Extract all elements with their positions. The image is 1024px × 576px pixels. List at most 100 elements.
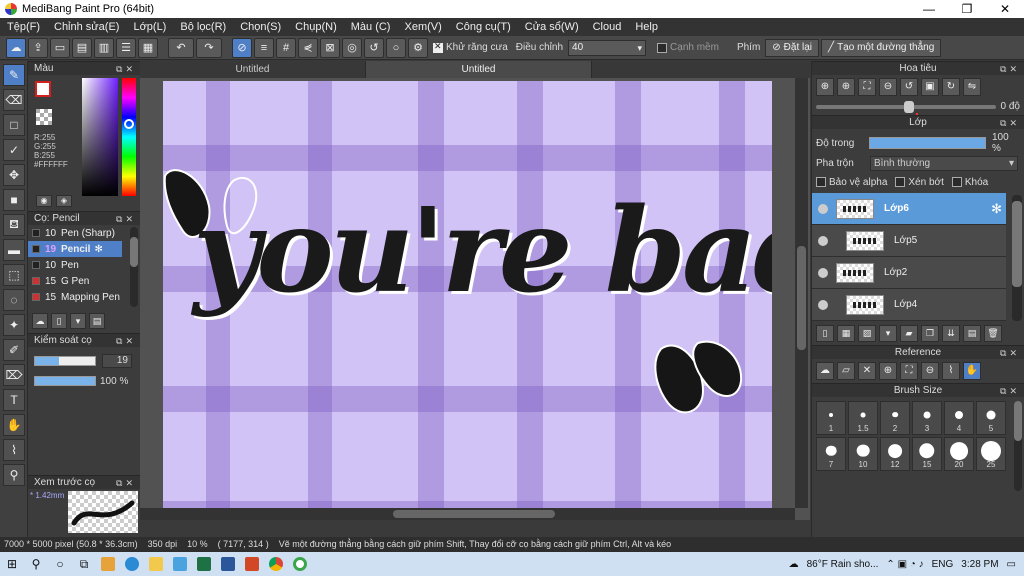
panel-menu-icon[interactable]: ⧉✕	[116, 476, 136, 490]
grid-snap-icon[interactable]: #	[276, 37, 296, 58]
brush-list-scrollbar[interactable]	[130, 227, 138, 307]
add-brush-icon[interactable]: ▾	[70, 313, 86, 329]
layer-item[interactable]: Lớp4	[812, 289, 1006, 321]
app-icon-1[interactable]	[96, 552, 120, 576]
brush-size-preset[interactable]: 20	[944, 437, 974, 471]
page-icon[interactable]: ▥	[94, 37, 114, 58]
close-button[interactable]: ✕	[986, 0, 1024, 18]
gear-icon[interactable]: ✻	[94, 244, 102, 255]
windows-start-icon[interactable]: ⊞	[0, 552, 24, 576]
fit-icon[interactable]: ⛶	[900, 362, 918, 380]
palette-icon[interactable]: ◉	[36, 195, 52, 207]
visibility-icon[interactable]	[818, 203, 828, 214]
curve-snap-icon[interactable]: ↺	[364, 37, 384, 58]
rotate-right-icon[interactable]: ↻	[942, 78, 960, 96]
undo-icon[interactable]: ↶	[168, 37, 194, 58]
menu-select[interactable]: Chọn(S)	[233, 21, 288, 33]
brush-size-value[interactable]: 19	[102, 354, 132, 368]
dot-brush-tool-icon[interactable]: ✓	[3, 139, 25, 161]
cloud-icon[interactable]: ☁	[6, 37, 26, 58]
open-folder-icon[interactable]: ▱	[837, 362, 855, 380]
brush-size-preset[interactable]: 4	[944, 401, 974, 435]
hand-icon[interactable]: ✋	[963, 362, 981, 380]
cross-snap-icon[interactable]: ⊠	[320, 37, 340, 58]
new-folder-icon[interactable]: ▰	[900, 325, 918, 342]
panel-menu-icon[interactable]: ⧉✕	[1000, 346, 1020, 360]
brush-item[interactable]: 10 Pen (Sharp)	[28, 225, 122, 241]
edge-icon[interactable]	[120, 552, 144, 576]
panel-menu-icon[interactable]: ⧉✕	[1000, 116, 1020, 130]
circle-snap-icon[interactable]: ○	[386, 37, 406, 58]
brush-size-preset[interactable]: 3	[912, 401, 942, 435]
grid-icon[interactable]: ▦	[138, 37, 158, 58]
eyedropper-icon[interactable]: ⌇	[942, 362, 960, 380]
rect-select-tool-icon[interactable]: ⬚	[3, 264, 25, 286]
upload-icon[interactable]: ⇪	[28, 37, 48, 58]
new-1bit-layer-icon[interactable]: ▨	[858, 325, 876, 342]
cloud-reference-icon[interactable]: ☁	[816, 362, 834, 380]
blend-mode-dropdown[interactable]: Bình thường	[870, 155, 1018, 171]
brush-tool-icon[interactable]: ✎	[3, 64, 25, 86]
visibility-icon[interactable]	[818, 299, 828, 310]
layer-settings-icon[interactable]: ▤	[963, 325, 981, 342]
transparent-color-swatch[interactable]	[36, 109, 52, 125]
navigator-rotation-slider[interactable]: 0 độ	[812, 99, 1024, 115]
powerpoint-icon[interactable]	[240, 552, 264, 576]
brush-opacity-slider[interactable]: 100 %	[34, 375, 136, 387]
search-icon[interactable]: ⚲	[24, 552, 48, 576]
new-halftone-layer-icon[interactable]: ▦	[837, 325, 855, 342]
zoom-in-icon[interactable]: ⊕	[837, 78, 855, 96]
gradient-tool-icon[interactable]: ▬	[3, 239, 25, 261]
panel-menu-icon[interactable]: ⧉✕	[116, 334, 136, 348]
delete-layer-icon[interactable]: 🗑	[984, 325, 1002, 342]
weather-text[interactable]: 86°F Rain sho...	[807, 559, 879, 570]
fill-rect-tool-icon[interactable]: ■	[3, 189, 25, 211]
new-layer-icon[interactable]: ▯	[816, 325, 834, 342]
soft-edge-checkbox[interactable]: Cạnh mềm	[654, 42, 722, 53]
merge-layer-icon[interactable]: ⇊	[942, 325, 960, 342]
saturation-value-picker[interactable]	[82, 78, 118, 196]
menu-filter[interactable]: Bộ lọc(R)	[173, 21, 233, 33]
file-explorer-icon[interactable]	[144, 552, 168, 576]
foreground-color-swatch[interactable]	[35, 81, 51, 97]
add-layer-dropdown-icon[interactable]: ▾	[879, 325, 897, 342]
layer-list-scrollbar[interactable]	[1012, 195, 1022, 321]
menu-view[interactable]: Xem(V)	[397, 21, 448, 33]
redo-icon[interactable]: ↷	[196, 37, 222, 58]
canvas-area[interactable]: you're bad	[140, 78, 810, 520]
hue-slider[interactable]	[122, 78, 136, 196]
menu-cloud[interactable]: Cloud	[586, 21, 629, 33]
maximize-button[interactable]: ❐	[948, 0, 986, 18]
word-icon[interactable]	[216, 552, 240, 576]
cloud-brush-icon[interactable]: ☁	[32, 313, 48, 329]
fit-window-icon[interactable]: ⛶	[858, 78, 876, 96]
panel-menu-icon[interactable]: ⧉✕	[1000, 62, 1020, 76]
menu-file[interactable]: Tệp(F)	[0, 21, 47, 33]
new-brush-icon[interactable]: ▯	[51, 313, 67, 329]
zoom-out-icon[interactable]: ⊖	[879, 78, 897, 96]
rotate-left-icon[interactable]: ↺	[900, 78, 918, 96]
clock[interactable]: 3:28 PM	[961, 559, 998, 570]
panel-icon[interactable]: ▤	[72, 37, 92, 58]
straight-line-button[interactable]: ╱ Tạo một đường thẳng	[821, 38, 942, 57]
tab-untitled-2[interactable]: Untitled	[366, 61, 592, 78]
layer-opacity-slider[interactable]	[869, 137, 986, 149]
list-icon[interactable]: ☰	[116, 37, 136, 58]
adjust-dropdown[interactable]: 40	[568, 39, 647, 56]
snap-off-icon[interactable]: ⊘	[232, 37, 252, 58]
tray-icons[interactable]: ⌃ ▣ ◔ ♪	[886, 559, 923, 570]
menu-help[interactable]: Help	[628, 21, 665, 33]
canvas-horizontal-scrollbar[interactable]	[140, 508, 795, 520]
zoom-out-icon[interactable]: ⊖	[921, 362, 939, 380]
radial-snap-icon[interactable]: ⋞	[298, 37, 318, 58]
lasso-tool-icon[interactable]: ◌	[3, 289, 25, 311]
minimize-button[interactable]: —	[910, 0, 948, 18]
duplicate-layer-icon[interactable]: ❐	[921, 325, 939, 342]
brush-size-slider[interactable]: 19	[34, 354, 136, 368]
language-indicator[interactable]: ENG	[932, 559, 954, 570]
brush-item[interactable]: 15 Mapping Pen	[28, 289, 122, 305]
brush-size-preset[interactable]: 2	[880, 401, 910, 435]
zoom-fit-icon[interactable]: ⊕	[816, 78, 834, 96]
tab-untitled-1[interactable]: Untitled	[140, 61, 366, 78]
brush-size-preset[interactable]: 15	[912, 437, 942, 471]
